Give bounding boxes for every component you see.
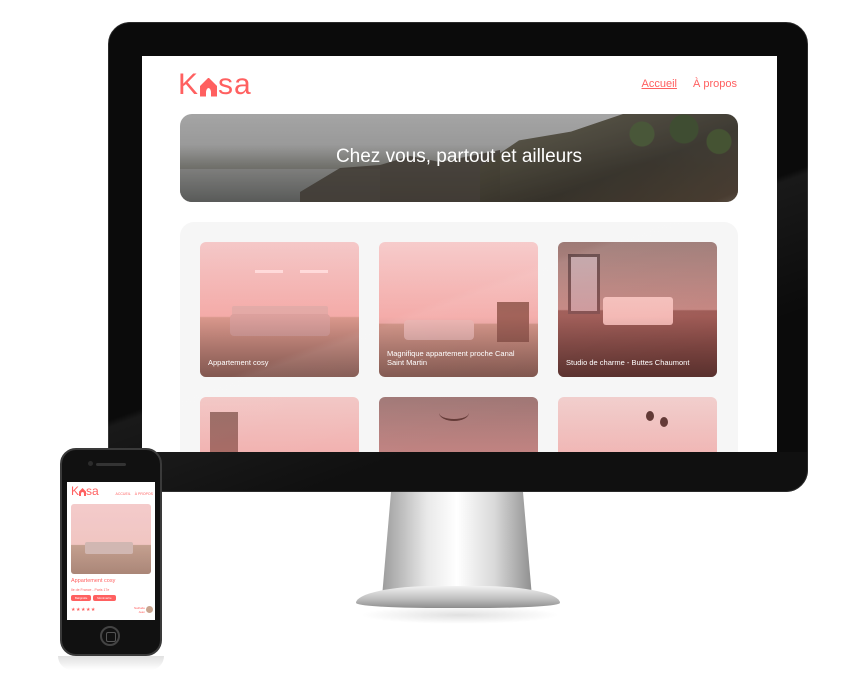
phone-reflection (58, 656, 164, 670)
listing-tags: Batignolle Montmartre (71, 595, 116, 601)
listing-card[interactable]: Appartement cosy (200, 242, 359, 377)
monitor-stand (382, 492, 532, 597)
logo-letter: K (178, 68, 200, 101)
listing-title: Magnifique appartement proche Canal Sain… (387, 349, 515, 367)
listing-photo (71, 504, 151, 574)
kasa-logo[interactable]: K sa (178, 68, 252, 102)
kasa-logo-mobile[interactable]: K sa (71, 484, 99, 498)
listing-card[interactable] (558, 397, 717, 452)
home-button-icon (100, 626, 120, 646)
listing-card[interactable] (379, 397, 538, 452)
logo-letter: K (71, 484, 80, 498)
tag-badge: Montmartre (93, 595, 116, 601)
listing-location: Ile de France - Paris 17e (71, 588, 110, 592)
logo-letters: sa (218, 68, 252, 101)
listing-title: Studio de charme - Buttes Chaumont (566, 358, 690, 367)
main-nav: Accueil À propos (642, 78, 738, 90)
mobile-screen: K sa Accueil À propos Appartement cosy I… (67, 482, 155, 620)
tag-badge: Batignolle (71, 595, 92, 601)
monitor-stand-base (356, 586, 560, 608)
listing-card[interactable] (200, 397, 359, 452)
monitor-shadow (360, 606, 560, 624)
listings-gallery: Appartement cosy Magnifique appartement … (180, 222, 738, 452)
listing-title: Appartement cosy (71, 578, 116, 584)
nav-link-accueil[interactable]: Accueil (642, 78, 677, 90)
house-icon (200, 77, 218, 97)
listing-title: Appartement cosy (208, 358, 269, 367)
mobile-nav: Accueil À propos (116, 492, 153, 496)
nav-link-a-propos[interactable]: À propos (135, 492, 153, 496)
camera-icon (88, 461, 93, 466)
host-name: Nathalie Jean (134, 606, 145, 614)
house-icon (79, 488, 87, 496)
monitor-chin (108, 452, 808, 492)
speaker-grille (96, 463, 126, 466)
host-last-name: Jean (138, 609, 145, 614)
rating-stars: ★★★★★ (71, 607, 96, 613)
listing-card[interactable]: Magnifique appartement proche Canal Sain… (379, 242, 538, 377)
hero-banner: Chez vous, partout et ailleurs (180, 114, 738, 202)
banner-title: Chez vous, partout et ailleurs (335, 146, 583, 167)
nav-link-a-propos[interactable]: À propos (693, 78, 737, 90)
host-avatar (146, 606, 153, 613)
nav-link-accueil[interactable]: Accueil (116, 492, 131, 496)
desktop-screen: K sa Accueil À propos Chez vous, partout… (142, 56, 777, 452)
listing-card[interactable]: Studio de charme - Buttes Chaumont (558, 242, 717, 377)
logo-letters: sa (86, 484, 99, 498)
